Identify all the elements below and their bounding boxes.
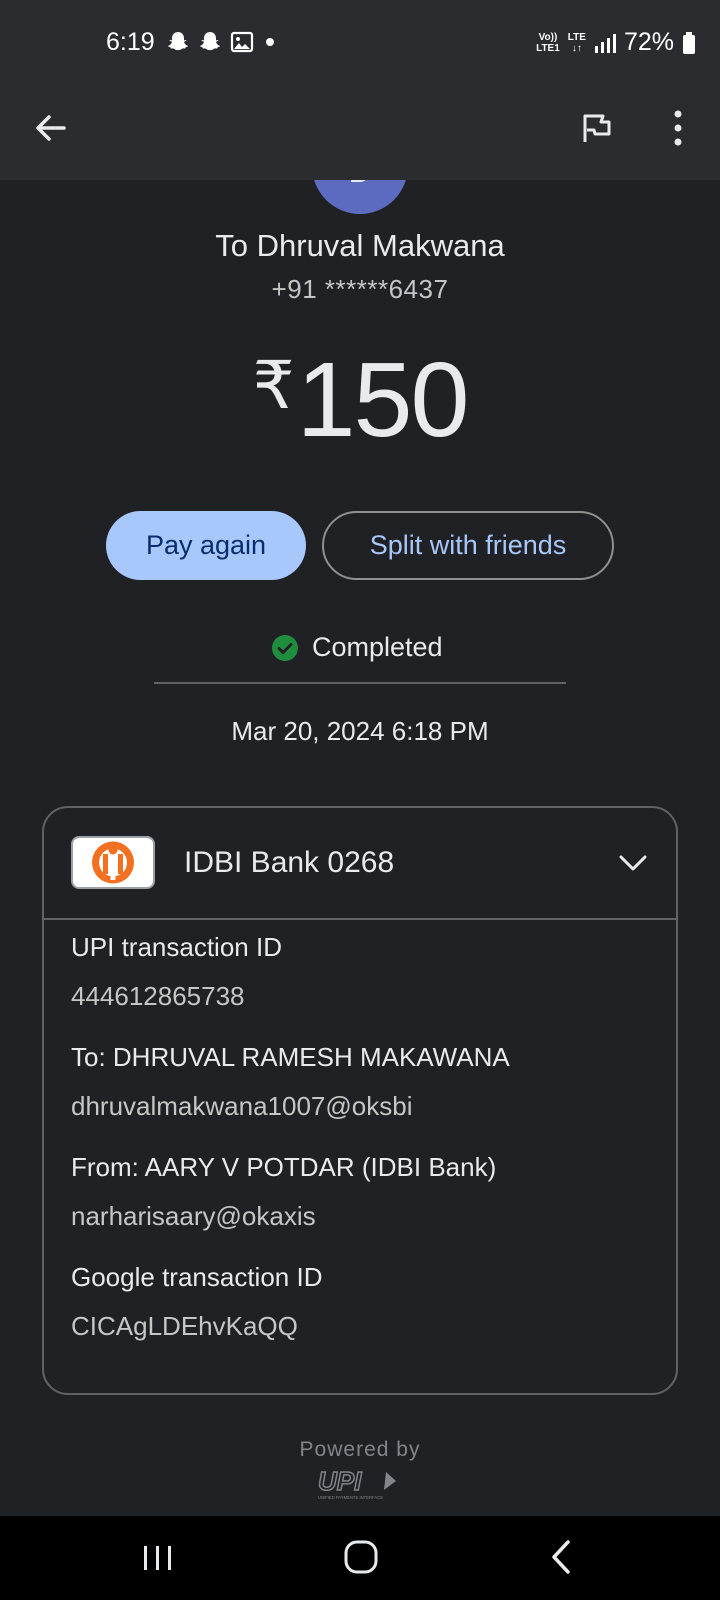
data-arrows-icon: ↓↑: [571, 42, 582, 54]
transaction-details-card: IDBI Bank 0268 UPI transaction ID 444612…: [42, 806, 678, 1395]
home-icon[interactable]: [342, 1538, 380, 1576]
detail-value: dhruvalmakwana1007@oksbi: [71, 1091, 413, 1121]
from-account: From: AARY V POTDAR (IDBI Bank) narharis…: [71, 1152, 496, 1232]
status-bar: 6:19 Vo)) LTE1 LTE ↓↑ 72%: [0, 0, 720, 88]
snapchat-icon: [200, 32, 220, 51]
system-nav-bar: [0, 1516, 720, 1600]
chevron-down-icon[interactable]: [616, 846, 650, 880]
recent-apps-icon[interactable]: [140, 1540, 176, 1576]
battery-percent: 72%: [623, 28, 674, 56]
pay-again-button[interactable]: Pay again: [106, 511, 306, 580]
upi-logo: UPI UNIFIED PAYMENTS INTERFACE: [317, 1466, 396, 1500]
snapchat-icon: [168, 32, 188, 51]
detail-value: CICAgLDEhvKaQQ: [71, 1311, 298, 1341]
split-with-friends-button[interactable]: Split with friends: [322, 511, 614, 580]
bank-account-name: IDBI Bank 0268: [184, 846, 395, 879]
lte1-text: LTE1: [536, 42, 560, 54]
volte-indicator: Vo)) LTE1: [536, 32, 560, 54]
google-transaction-id: Google transaction ID CICAgLDEhvKaQQ: [71, 1262, 322, 1342]
detail-label: From: AARY V POTDAR (IDBI Bank): [71, 1152, 497, 1182]
transaction-datetime: Mar 20, 2024 6:18 PM: [231, 716, 489, 746]
dot-icon: [266, 38, 274, 46]
system-icons: Vo)) LTE1 LTE ↓↑ 72%: [536, 28, 696, 57]
payment-status: Completed: [272, 632, 443, 663]
lte-indicator: LTE ↓↑: [568, 32, 586, 54]
divider: [154, 682, 566, 684]
upi-transaction-id: UPI transaction ID 444612865738: [71, 932, 282, 1012]
idbi-bank-logo: [71, 836, 155, 889]
bank-account-header[interactable]: IDBI Bank 0268: [44, 808, 676, 920]
gallery-icon: [230, 31, 254, 53]
notification-icons: [166, 30, 278, 54]
check-circle-icon: [272, 634, 298, 661]
app-bar: [0, 88, 720, 180]
to-account: To: DHRUVAL RAMESH MAKAWANA dhruvalmakwa…: [71, 1042, 510, 1122]
detail-label: UPI transaction ID: [71, 932, 282, 962]
lte-text: LTE: [567, 31, 586, 43]
currency-symbol: ₹: [252, 348, 295, 422]
status-time: 6:19: [106, 28, 155, 56]
more-vert-icon[interactable]: [660, 106, 696, 150]
signal-icon: [594, 33, 616, 53]
nav-back-icon[interactable]: [546, 1538, 576, 1576]
amount-value: 150: [296, 341, 470, 459]
battery-icon: [683, 31, 695, 54]
amount: ₹150: [0, 340, 720, 461]
recipient-phone: +91 ******6437: [271, 274, 449, 304]
detail-label: Google transaction ID: [71, 1262, 323, 1292]
powered-by-label: Powered by: [299, 1438, 421, 1461]
detail-value: 444612865738: [71, 981, 245, 1011]
arrow-left-icon[interactable]: [30, 108, 70, 148]
detail-label: To: DHRUVAL RAMESH MAKAWANA: [71, 1042, 510, 1072]
flag-icon[interactable]: [578, 108, 612, 148]
detail-value: narharisaary@okaxis: [71, 1201, 316, 1231]
upi-tagline: UNIFIED PAYMENTS INTERFACE: [318, 1495, 383, 1500]
status-label: Completed: [312, 632, 443, 662]
upi-logo-text: UPI: [318, 1466, 362, 1496]
volte-text: Vo)): [538, 31, 558, 43]
recipient-name: To Dhruval Makwana: [215, 228, 505, 263]
